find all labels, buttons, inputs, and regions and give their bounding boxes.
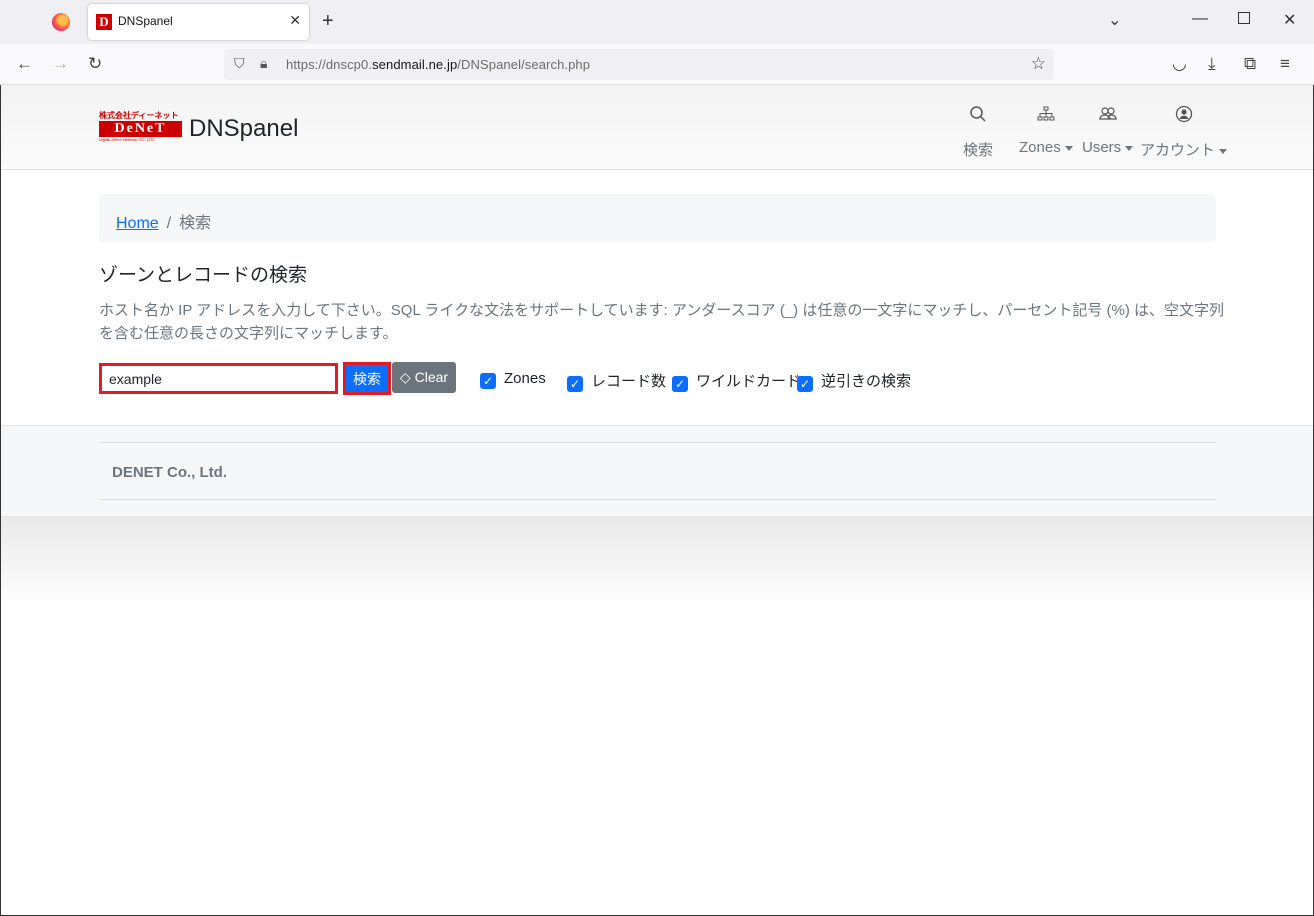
footer-company-name: DENET Co., Ltd.: [112, 464, 227, 481]
caret-down-icon: [1064, 145, 1073, 151]
denet-logo[interactable]: 株式会社ディーネット DeNeT Digital-Effect Network …: [99, 111, 182, 145]
pocket-icon[interactable]: ◡: [1172, 54, 1187, 74]
search-button[interactable]: 検索: [343, 362, 391, 395]
browser-nav-bar: ← → ↻ ⛉ 🔒︎ https://dnscp0.sendmail.ne.jp…: [0, 44, 1314, 85]
browser-tab-bar: D DNSpanel ✕ + ⌄ — ✕: [0, 0, 1314, 44]
tab-title: DNSpanel: [118, 14, 173, 28]
reload-icon[interactable]: ↻: [88, 54, 102, 74]
page-content: 株式会社ディーネット DeNeT Digital-Effect Network …: [0, 85, 1314, 916]
clear-button[interactable]: ◇ Clear: [392, 362, 456, 393]
background-fade: [1, 517, 1313, 607]
lock-icon[interactable]: 🔒︎: [260, 55, 267, 72]
search-input[interactable]: [99, 363, 338, 394]
browser-tab[interactable]: D DNSpanel ✕: [88, 4, 309, 40]
forward-icon[interactable]: →: [52, 54, 69, 74]
new-tab-icon[interactable]: +: [322, 10, 334, 33]
close-window-icon[interactable]: ✕: [1283, 10, 1296, 30]
breadcrumb-separator: /: [166, 215, 172, 232]
back-icon[interactable]: ←: [16, 54, 33, 74]
checkmark-icon[interactable]: ✓: [797, 376, 813, 392]
tab-close-icon[interactable]: ✕: [289, 12, 301, 29]
site-footer: DENET Co., Ltd.: [1, 425, 1313, 517]
checkmark-icon[interactable]: ✓: [480, 373, 496, 389]
sitemap-icon: [1019, 105, 1073, 129]
search-description: ホスト名か IP アドレスを入力して下さい。SQL ライクな文法をサポートしてい…: [99, 302, 1224, 342]
person-circle-icon: [1140, 105, 1227, 129]
brand-title[interactable]: DNSpanel: [189, 115, 298, 143]
eraser-icon: ◇: [399, 369, 411, 385]
url-bar[interactable]: ⛉ 🔒︎ https://dnscp0.sendmail.ne.jp/DNSpa…: [224, 49, 1054, 80]
caret-down-icon: [1125, 145, 1134, 151]
checkmark-icon[interactable]: ✓: [567, 376, 583, 392]
site-header: 株式会社ディーネット DeNeT Digital-Effect Network …: [1, 85, 1313, 170]
url-text[interactable]: https://dnscp0.sendmail.ne.jp/DNSpanel/s…: [286, 57, 590, 72]
caret-down-icon: [1219, 148, 1228, 154]
checkbox-reverse[interactable]: ✓ 逆引きの検索: [797, 370, 911, 392]
download-icon[interactable]: ⤓: [1208, 54, 1216, 74]
people-icon: [1082, 105, 1133, 129]
footer-inner: DENET Co., Ltd.: [99, 442, 1216, 500]
breadcrumb-home-link[interactable]: Home: [116, 215, 159, 232]
maximize-icon[interactable]: [1238, 12, 1250, 24]
page-title: ゾーンとレコードの検索: [99, 265, 308, 286]
breadcrumb-current: 検索: [179, 215, 212, 232]
firefox-icon[interactable]: [52, 13, 70, 31]
shield-icon[interactable]: ⛉: [234, 55, 245, 72]
search-icon: [963, 105, 993, 129]
nav-search[interactable]: 検索: [963, 105, 993, 160]
nav-account[interactable]: アカウント: [1140, 105, 1228, 160]
checkmark-icon[interactable]: ✓: [672, 376, 688, 392]
menu-icon[interactable]: ≡: [1280, 54, 1290, 74]
checkbox-records[interactable]: ✓ レコード数: [567, 370, 666, 392]
nav-users[interactable]: Users: [1082, 105, 1134, 156]
breadcrumb: Home / 検索: [99, 194, 1216, 242]
nav-zones[interactable]: Zones: [1019, 105, 1073, 156]
checkbox-zones[interactable]: ✓ Zones: [480, 370, 546, 389]
bookmark-star-icon[interactable]: ☆: [1031, 54, 1046, 74]
dnspanel-favicon-icon: D: [96, 14, 112, 30]
checkbox-wildcard[interactable]: ✓ ワイルドカード: [672, 370, 801, 392]
minimize-icon[interactable]: —: [1192, 10, 1208, 28]
tab-list-chevron-icon[interactable]: ⌄: [1108, 10, 1121, 30]
extensions-icon[interactable]: ⧉: [1244, 54, 1256, 74]
